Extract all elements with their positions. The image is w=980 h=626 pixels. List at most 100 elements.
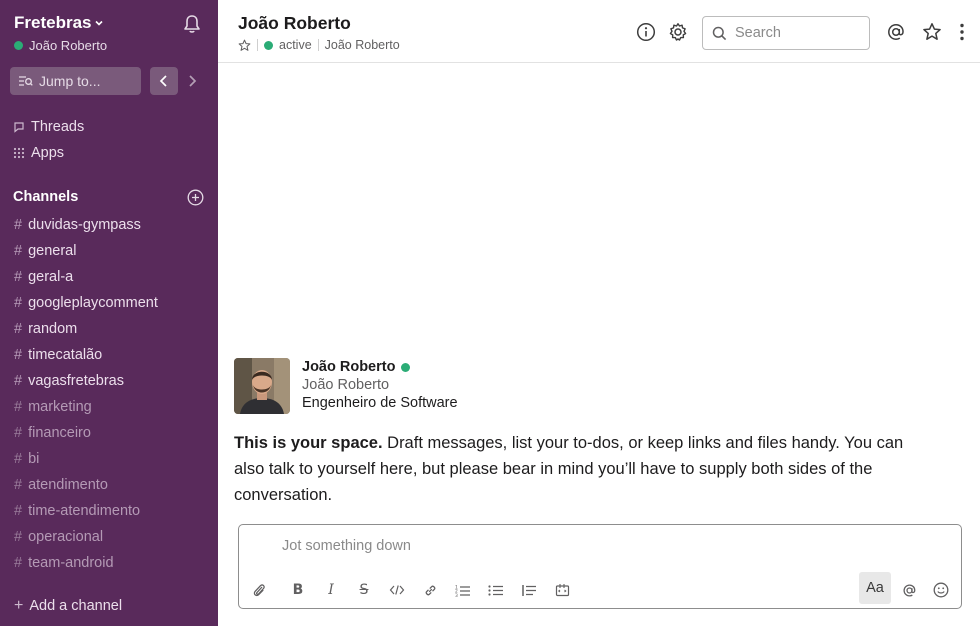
user-photo xyxy=(234,358,290,414)
page-title[interactable]: João Roberto xyxy=(238,13,351,34)
hash-icon: # xyxy=(14,529,23,545)
italic-button[interactable]: I xyxy=(320,579,342,601)
sidebar-item-threads[interactable]: Threads xyxy=(13,119,84,135)
bold-button[interactable]: B xyxy=(287,579,309,601)
add-channel-icon[interactable] xyxy=(187,189,204,206)
channel-item[interactable]: # googleplaycomment xyxy=(14,293,158,313)
jump-to-label: Jump to... xyxy=(39,73,101,89)
threads-icon xyxy=(14,122,24,133)
channel-item[interactable]: # atendimento xyxy=(14,475,108,495)
gear-icon[interactable] xyxy=(668,22,688,42)
channel-name: duvidas-gympass xyxy=(28,217,141,233)
bulleted-list-button[interactable] xyxy=(485,579,507,601)
hash-icon: # xyxy=(14,451,23,467)
chevron-right-icon xyxy=(189,75,197,87)
mention-button[interactable] xyxy=(898,579,920,601)
channel-name: operacional xyxy=(28,529,104,545)
channel-header: João Roberto active João Roberto Search xyxy=(218,0,980,63)
channel-item[interactable]: # general xyxy=(14,241,76,261)
sidebar: Fretebras João Roberto Jump to... Thread… xyxy=(0,0,218,626)
code-button[interactable] xyxy=(386,579,408,601)
channel-name: team-android xyxy=(28,555,114,571)
hash-icon: # xyxy=(14,555,23,571)
hash-icon: # xyxy=(14,373,23,389)
current-user[interactable]: João Roberto xyxy=(14,38,107,53)
channel-item[interactable]: # financeiro xyxy=(14,423,91,443)
star-icon[interactable] xyxy=(238,39,251,52)
hash-icon: # xyxy=(14,295,23,311)
hash-icon: # xyxy=(14,399,23,415)
history-back-button[interactable] xyxy=(150,67,178,95)
presence-dot xyxy=(401,362,411,372)
current-user-name: João Roberto xyxy=(29,38,108,53)
sidebar-item-label: Threads xyxy=(31,119,85,135)
composer-placeholder: Jot something down xyxy=(282,538,411,554)
jump-to-button[interactable]: Jump to... xyxy=(10,67,141,95)
info-icon[interactable] xyxy=(636,22,656,42)
search-input[interactable]: Search xyxy=(702,16,870,50)
smiley-icon xyxy=(933,582,949,598)
channel-name: general xyxy=(28,243,77,259)
ordered-list-icon: 1 2 3 xyxy=(455,584,470,597)
svg-text:3: 3 xyxy=(455,592,458,596)
hash-icon: # xyxy=(14,269,23,285)
status-text: active xyxy=(279,38,312,52)
channel-name: marketing xyxy=(28,399,92,415)
formatting-toggle-button[interactable]: Aa xyxy=(859,572,891,604)
chevron-down-icon xyxy=(95,20,104,26)
channel-item[interactable]: # timecatalão xyxy=(14,345,102,365)
channel-item[interactable]: # duvidas-gympass xyxy=(14,215,141,235)
hash-icon: # xyxy=(14,425,23,441)
channels-header[interactable]: Channels xyxy=(13,189,78,205)
more-vertical-icon[interactable] xyxy=(952,22,972,42)
channel-name: googleplaycomment xyxy=(28,295,158,311)
workspace-menu[interactable]: Fretebras xyxy=(14,13,104,33)
channel-item[interactable]: # operacional xyxy=(14,527,103,547)
message-composer[interactable]: Jot something down B I S 1 2 3 Aa xyxy=(238,524,962,609)
star-icon[interactable] xyxy=(922,22,942,42)
channel-item[interactable]: # random xyxy=(14,319,77,339)
divider xyxy=(317,39,319,51)
bold-icon: B xyxy=(292,582,304,598)
channel-item[interactable]: # geral-a xyxy=(14,267,73,287)
bulleted-list-icon xyxy=(488,584,503,596)
add-channel-label: Add a channel xyxy=(29,598,123,614)
hash-icon: # xyxy=(14,243,23,259)
channel-name: atendimento xyxy=(28,477,108,493)
hash-icon: # xyxy=(14,321,23,337)
history-forward-button[interactable] xyxy=(180,67,204,95)
mention-icon xyxy=(902,583,915,597)
quote-button[interactable] xyxy=(518,579,540,601)
paperclip-icon xyxy=(253,584,265,597)
channel-name: vagasfretebras xyxy=(28,373,124,389)
chevron-left-icon xyxy=(159,75,167,87)
channel-name: random xyxy=(28,321,78,337)
code-icon xyxy=(389,585,405,595)
channel-name: timecatalão xyxy=(28,347,103,363)
bell-icon[interactable] xyxy=(181,13,203,35)
presence-dot xyxy=(264,40,273,50)
sidebar-item-apps[interactable]: Apps xyxy=(13,145,64,161)
add-channel-button[interactable]: + Add a channel xyxy=(14,597,122,615)
attach-button[interactable] xyxy=(248,579,270,601)
emoji-button[interactable] xyxy=(930,579,952,601)
profile-name[interactable]: João Roberto xyxy=(302,359,411,375)
jump-to-icon xyxy=(19,76,33,86)
mentions-icon[interactable] xyxy=(886,22,906,42)
channel-item[interactable]: # bi xyxy=(14,449,39,469)
strikethrough-button[interactable]: S xyxy=(353,579,375,601)
hash-icon: # xyxy=(14,503,23,519)
strikethrough-icon: S xyxy=(359,582,369,598)
link-button[interactable] xyxy=(419,579,441,601)
code-block-button[interactable] xyxy=(551,579,573,601)
hash-icon: # xyxy=(14,217,23,233)
channel-item[interactable]: # team-android xyxy=(14,553,114,573)
channel-name: bi xyxy=(28,451,40,467)
blockquote-icon xyxy=(521,584,536,596)
channel-item[interactable]: # marketing xyxy=(14,397,92,417)
profile-full-name: João Roberto xyxy=(302,377,390,393)
channel-item[interactable]: # vagasfretebras xyxy=(14,371,124,391)
ordered-list-button[interactable]: 1 2 3 xyxy=(452,579,474,601)
channel-item[interactable]: # time-atendimento xyxy=(14,501,140,521)
avatar[interactable] xyxy=(234,358,290,414)
